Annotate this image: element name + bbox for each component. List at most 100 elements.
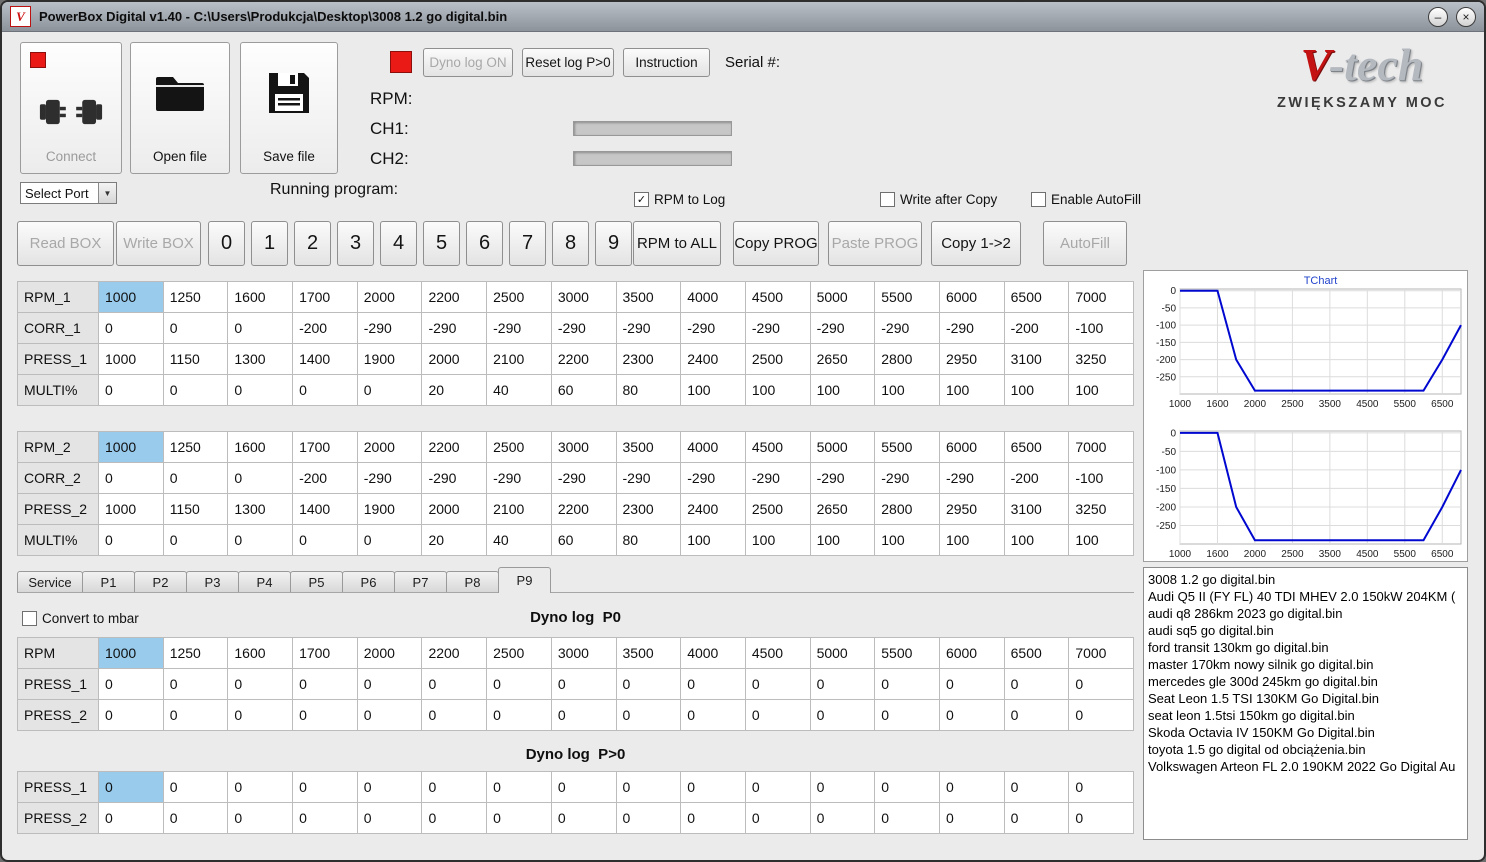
rpm-to-all-button[interactable]: RPM to ALL xyxy=(633,221,721,266)
grid-cell[interactable]: 2200 xyxy=(550,343,617,375)
grid-cell[interactable]: 0 xyxy=(874,802,940,834)
rpm-to-log-checkbox-box[interactable]: ✓ xyxy=(634,192,649,207)
chevron-down-icon[interactable]: ▼ xyxy=(98,183,116,203)
grid-cell[interactable]: 80 xyxy=(615,524,682,556)
file-list-item[interactable]: audi sq5 go digital.bin xyxy=(1148,622,1463,639)
digit-button-9[interactable]: 9 xyxy=(595,221,632,266)
grid-cell[interactable]: -290 xyxy=(486,312,552,344)
grid-cell[interactable]: 0 xyxy=(550,668,617,700)
grid-cell[interactable]: 0 xyxy=(809,802,876,834)
digit-button-0[interactable]: 0 xyxy=(208,221,245,266)
grid-cell[interactable]: 0 xyxy=(550,699,617,731)
grid-cell[interactable]: 0 xyxy=(744,699,811,731)
grid-cell[interactable]: 0 xyxy=(874,699,940,731)
grid-cell[interactable]: 2650 xyxy=(809,493,876,525)
grid-cell[interactable]: -290 xyxy=(744,312,811,344)
grid-cell[interactable]: 40 xyxy=(486,374,552,406)
autofill-button[interactable]: AutoFill xyxy=(1043,221,1127,266)
connect-button[interactable]: Connect xyxy=(20,42,122,174)
grid-cell[interactable]: 3250 xyxy=(1068,493,1134,525)
grid-cell[interactable]: 100 xyxy=(874,374,940,406)
tab-p9[interactable]: P9 xyxy=(498,567,551,593)
grid-cell[interactable]: 2200 xyxy=(421,431,488,463)
grid-cell[interactable]: 5500 xyxy=(874,637,940,669)
grid-cell[interactable]: 2400 xyxy=(680,343,746,375)
grid-cell[interactable]: -290 xyxy=(809,312,876,344)
grid-cell[interactable]: 100 xyxy=(744,374,811,406)
digit-button-5[interactable]: 5 xyxy=(423,221,460,266)
grid-cell[interactable]: 1000 xyxy=(98,431,164,463)
grid-cell[interactable]: 4000 xyxy=(680,281,746,313)
grid-cell[interactable]: 3000 xyxy=(550,281,617,313)
file-list-item[interactable]: toyota 1.5 go digital od obciążenia.bin xyxy=(1148,741,1463,758)
grid-cell[interactable]: 0 xyxy=(1003,699,1070,731)
select-port-dropdown[interactable]: Select Port ▼ xyxy=(20,182,117,204)
tab-p4[interactable]: P4 xyxy=(238,571,291,592)
grid-cell[interactable]: 0 xyxy=(421,699,488,731)
write-box-button[interactable]: Write BOX xyxy=(116,221,201,266)
grid-cell[interactable]: 1700 xyxy=(292,431,358,463)
tab-service[interactable]: Service xyxy=(17,571,83,592)
grid-cell[interactable]: 0 xyxy=(615,771,682,803)
grid-cell[interactable]: 1000 xyxy=(98,493,164,525)
grid-cell[interactable]: 6000 xyxy=(938,431,1005,463)
enable-autofill-checkbox-box[interactable] xyxy=(1031,192,1046,207)
grid-cell[interactable]: 20 xyxy=(421,374,488,406)
grid-cell[interactable]: 1400 xyxy=(292,493,358,525)
grid-cell[interactable]: 0 xyxy=(227,771,294,803)
grid-cell[interactable]: 2200 xyxy=(550,493,617,525)
grid-cell[interactable]: 7000 xyxy=(1068,431,1134,463)
grid-cell[interactable]: 5000 xyxy=(809,281,876,313)
grid-cell[interactable]: 100 xyxy=(680,524,746,556)
grid-cell[interactable]: 0 xyxy=(809,771,876,803)
grid-cell[interactable]: 3500 xyxy=(615,431,682,463)
grid-cell[interactable]: 0 xyxy=(550,771,617,803)
grid-cell[interactable]: 1150 xyxy=(162,343,229,375)
grid-cell[interactable]: 0 xyxy=(744,668,811,700)
grid-cell[interactable]: 0 xyxy=(227,312,294,344)
grid-cell[interactable]: 2000 xyxy=(356,281,423,313)
grid-cell[interactable]: 40 xyxy=(486,524,552,556)
grid-cell[interactable]: 0 xyxy=(744,802,811,834)
grid-cell[interactable]: -290 xyxy=(938,312,1005,344)
grid-cell[interactable]: 0 xyxy=(809,668,876,700)
grid-cell[interactable]: 0 xyxy=(98,462,164,494)
grid-cell[interactable]: 0 xyxy=(680,668,746,700)
grid-cell[interactable]: 6500 xyxy=(1003,281,1070,313)
grid-cell[interactable]: 0 xyxy=(615,699,682,731)
grid-cell[interactable]: 0 xyxy=(292,524,358,556)
grid-cell[interactable]: 0 xyxy=(809,699,876,731)
grid-cell[interactable]: 0 xyxy=(938,668,1005,700)
grid-cell[interactable]: -200 xyxy=(292,462,358,494)
grid-cell[interactable]: 0 xyxy=(227,668,294,700)
tab-p6[interactable]: P6 xyxy=(342,571,395,592)
grid-cell[interactable]: 0 xyxy=(486,668,552,700)
grid-cell[interactable]: 0 xyxy=(680,802,746,834)
grid-cell[interactable]: 0 xyxy=(421,771,488,803)
grid-cell[interactable]: 0 xyxy=(874,668,940,700)
tab-p5[interactable]: P5 xyxy=(290,571,343,592)
grid-cell[interactable]: 1900 xyxy=(356,343,423,375)
grid-cell[interactable]: 0 xyxy=(486,771,552,803)
grid-cell[interactable]: 0 xyxy=(421,668,488,700)
grid-cell[interactable]: 0 xyxy=(98,312,164,344)
tab-p1[interactable]: P1 xyxy=(82,571,135,592)
grid-cell[interactable]: 4000 xyxy=(680,637,746,669)
grid-cell[interactable]: 0 xyxy=(615,802,682,834)
grid-cell[interactable]: 0 xyxy=(356,699,423,731)
grid-cell[interactable]: 2650 xyxy=(809,343,876,375)
grid-cell[interactable]: -290 xyxy=(356,462,423,494)
grid-cell[interactable]: -290 xyxy=(550,462,617,494)
grid-cell[interactable]: 0 xyxy=(292,699,358,731)
digit-button-1[interactable]: 1 xyxy=(251,221,288,266)
grid-cell[interactable]: 1250 xyxy=(162,281,229,313)
digit-button-3[interactable]: 3 xyxy=(337,221,374,266)
file-list-item[interactable]: audi q8 286km 2023 go digital.bin xyxy=(1148,605,1463,622)
grid-cell[interactable]: 0 xyxy=(356,668,423,700)
read-box-button[interactable]: Read BOX xyxy=(17,221,114,266)
grid-cell[interactable]: 5000 xyxy=(809,637,876,669)
grid-cell[interactable]: 0 xyxy=(938,802,1005,834)
grid-cell[interactable]: 5500 xyxy=(874,281,940,313)
grid-cell[interactable]: 1250 xyxy=(162,637,229,669)
grid-cell[interactable]: 0 xyxy=(162,462,229,494)
